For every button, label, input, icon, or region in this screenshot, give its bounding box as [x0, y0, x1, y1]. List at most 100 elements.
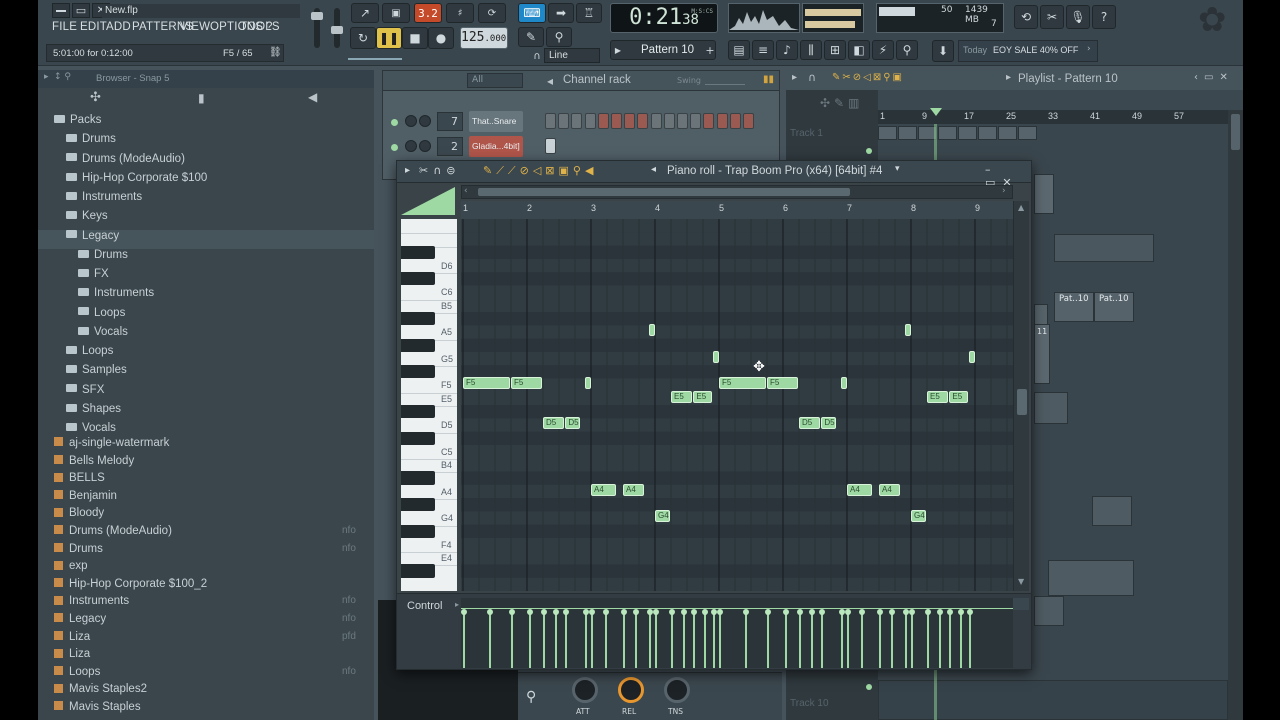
menu-item[interactable]: ?	[266, 21, 273, 33]
velocity-bar[interactable]	[819, 609, 826, 668]
magnet-icon[interactable]: ∩	[530, 49, 544, 63]
file-item[interactable]: Mavis Staples2	[38, 683, 374, 700]
song-time-display[interactable]: 0:2138 M:S:CS	[610, 3, 718, 33]
playlist-clip[interactable]	[1054, 234, 1154, 262]
note-block[interactable]	[968, 350, 976, 363]
step-button[interactable]	[729, 113, 741, 129]
velocity-bar[interactable]	[681, 609, 688, 668]
knob-dial[interactable]	[572, 677, 598, 703]
step-button[interactable]	[650, 113, 662, 129]
file-item[interactable]: Legacy nfo	[38, 613, 374, 630]
news-panel[interactable]: Today EOY SALE 40% OFF ›	[958, 40, 1098, 62]
tree-folder[interactable]: Hip-Hop Corporate $100	[38, 172, 374, 191]
playlist-tools-icons[interactable]: ✎✂⊘◁⊠⚲▣	[832, 72, 904, 83]
velocity-bar[interactable]	[526, 609, 533, 668]
knob[interactable]: REL	[614, 677, 646, 717]
vertical-scrollbar[interactable]: ▲ ▼	[1013, 201, 1029, 591]
note-block[interactable]: G4	[911, 510, 926, 523]
file-item[interactable]: Loops nfo	[38, 666, 374, 683]
velocity-bar[interactable]	[669, 609, 675, 668]
playlist-clip[interactable]: 11	[1034, 324, 1050, 384]
playlist-clip[interactable]	[898, 126, 917, 140]
velocity-bar[interactable]	[633, 609, 640, 668]
time-ruler[interactable]: 1 2 3 4 5 6 7 8 9	[461, 201, 1013, 219]
playlist-clip[interactable]	[978, 126, 997, 140]
note-block[interactable]: E5	[693, 390, 712, 403]
velocity-bar[interactable]	[902, 609, 909, 668]
velocity-bar[interactable]	[966, 609, 973, 668]
step-button[interactable]	[611, 113, 622, 129]
tree-folder[interactable]: Legacy	[38, 229, 374, 249]
velocity-bar[interactable]	[743, 609, 750, 668]
tree-folder[interactable]: Instruments	[38, 287, 374, 306]
mixer-track-number[interactable]: 7	[437, 112, 463, 131]
file-item[interactable]: Benjamin	[38, 490, 374, 507]
countdown-icon[interactable]: ♖	[576, 3, 602, 23]
scroll-left-icon[interactable]: ‹	[464, 186, 468, 196]
track-1-led[interactable]	[866, 148, 872, 154]
step-button[interactable]	[690, 113, 702, 129]
speaker-icon[interactable]: ◀	[308, 90, 317, 104]
velocity-bar[interactable]	[925, 609, 931, 668]
tree-folder[interactable]: Instruments	[38, 191, 374, 210]
tree-folder[interactable]: Shapes	[38, 403, 374, 422]
velocity-lane[interactable]	[461, 598, 1013, 668]
note-block[interactable]	[904, 324, 912, 337]
maximize-button[interactable]: ▭	[72, 3, 90, 18]
note-block[interactable]: F5	[719, 377, 766, 390]
swing-slider[interactable]	[705, 75, 745, 85]
help-icon[interactable]: ?	[1092, 5, 1116, 29]
velocity-bar[interactable]	[838, 609, 845, 668]
file-item[interactable]: Hip-Hop Corporate $100_2	[38, 578, 374, 595]
metronome-icon[interactable]: ↗	[351, 3, 379, 23]
file-item[interactable]: Drums (ModeAudio) nfo	[38, 525, 374, 542]
step-sequencer-icon[interactable]: ▮▮	[763, 74, 774, 85]
playlist-clip[interactable]	[1034, 392, 1068, 424]
knob[interactable]: ATT	[568, 677, 600, 717]
playlist-clip[interactable]	[1034, 596, 1064, 626]
tree-folder[interactable]: SFX	[38, 384, 374, 403]
scroll-down-icon[interactable]: ▼	[1018, 577, 1024, 586]
knob-dial[interactable]	[618, 677, 644, 703]
white-key[interactable]	[401, 576, 457, 591]
step-button[interactable]	[677, 113, 688, 129]
file-icon[interactable]: ▮	[198, 91, 205, 105]
menu-item[interactable]: TOOLS	[240, 21, 280, 33]
piano-roll-tool-icons[interactable]: ✎⟋⟋⊘◁⊠▣⚲◀	[483, 164, 597, 178]
mixer-icon[interactable]: ⫼	[800, 40, 822, 60]
vertical-scroll-thumb[interactable]	[1017, 389, 1027, 415]
volume-knob-icon[interactable]	[419, 140, 431, 152]
collapse-icon[interactable]: ✣	[90, 90, 101, 105]
horizontal-scrollbar[interactable]: ‹ ›	[461, 185, 1013, 199]
tree-folder[interactable]: Keys	[38, 210, 374, 229]
piano-roll-menu-icon[interactable]: ▸	[405, 165, 410, 176]
menu-item[interactable]: ADD	[106, 21, 131, 33]
step-button[interactable]	[663, 113, 675, 129]
file-item[interactable]: exp	[38, 560, 374, 577]
note-block[interactable]: D5	[821, 417, 837, 430]
channel-name-button[interactable]: That..Snare	[469, 111, 523, 132]
note-block[interactable]: F5	[511, 377, 542, 390]
channel-led[interactable]	[391, 144, 398, 151]
black-key[interactable]	[401, 498, 435, 512]
velocity-bar[interactable]	[845, 609, 851, 668]
download-icon[interactable]: ⬇	[932, 40, 954, 62]
velocity-bar[interactable]	[947, 609, 954, 668]
file-item[interactable]: aj-single-watermark	[38, 437, 374, 454]
velocity-bar[interactable]	[541, 609, 547, 668]
playlist-clip[interactable]	[1092, 496, 1132, 526]
step-button[interactable]	[558, 113, 570, 129]
black-key[interactable]	[401, 245, 435, 259]
knob-dial[interactable]	[664, 677, 690, 703]
browser-icon[interactable]: ◧	[848, 40, 870, 60]
record-input-icon[interactable]: ⚲	[896, 40, 918, 60]
note-block[interactable]	[648, 324, 656, 337]
song-mode-icon[interactable]: ↻	[350, 27, 376, 49]
file-item[interactable]: Instruments nfo	[38, 595, 374, 612]
playlist-scrollbar[interactable]	[1228, 110, 1243, 720]
step-button[interactable]	[743, 113, 754, 129]
pause-button[interactable]: ❚❚	[376, 27, 402, 49]
loop-record-icon[interactable]: ⟳	[478, 3, 506, 23]
file-item[interactable]: Drums nfo	[38, 543, 374, 560]
pan-knob-icon[interactable]	[405, 115, 417, 127]
